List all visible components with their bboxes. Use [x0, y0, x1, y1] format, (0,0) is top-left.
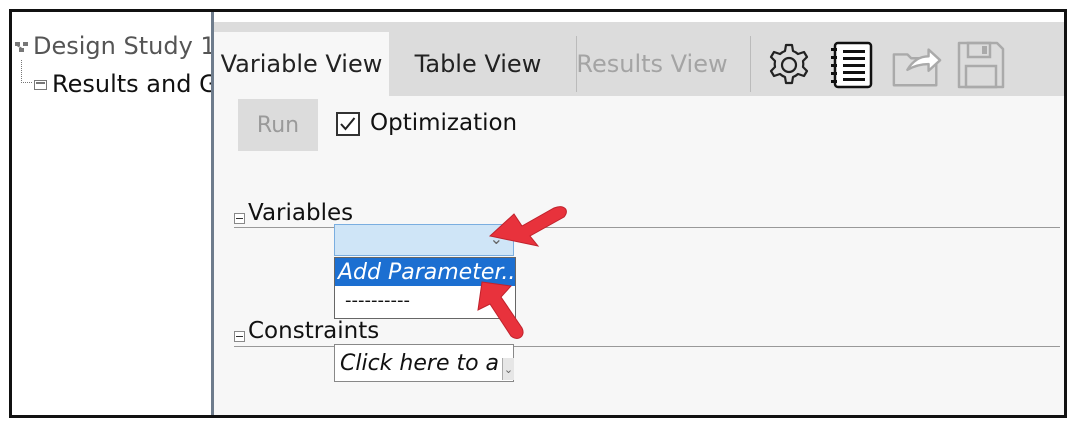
- chevron-down-icon[interactable]: ⌄: [490, 229, 503, 248]
- optimization-label: Optimization: [370, 110, 518, 136]
- tree-item-label: Design Study 1: [33, 32, 216, 60]
- gear-icon[interactable]: [762, 38, 816, 92]
- tree-item-label: Results and G: [52, 70, 218, 98]
- tab-table-view[interactable]: Table View: [390, 32, 566, 96]
- optimization-checkbox[interactable]: [336, 112, 360, 136]
- tree-item-results[interactable]: Results and G: [34, 70, 218, 98]
- variable-view-panel: Run Optimization Variables ⌄ Add Paramet…: [214, 96, 1064, 415]
- run-button[interactable]: Run: [238, 99, 318, 151]
- notebook-icon[interactable]: [826, 38, 880, 92]
- variables-section-header[interactable]: Variables: [234, 200, 353, 226]
- constraints-label: Constraints: [248, 318, 380, 344]
- top-strip: [214, 12, 1064, 18]
- variables-label: Variables: [248, 200, 354, 226]
- results-icon: [34, 79, 48, 93]
- tab-toolbar: Variable View Table View Results View: [214, 22, 1064, 96]
- save-disk-icon[interactable]: [954, 38, 1008, 92]
- constraints-section-header[interactable]: Constraints: [234, 318, 379, 344]
- constraints-input[interactable]: Click here to a: [334, 344, 514, 382]
- tab-results-view[interactable]: Results View: [566, 32, 738, 96]
- export-folder-icon[interactable]: [890, 38, 944, 92]
- collapse-icon[interactable]: [234, 213, 245, 224]
- tab-variable-view[interactable]: Variable View: [214, 32, 389, 96]
- tab-separator: [750, 36, 751, 92]
- design-tree-panel: Design Study 1 Results and G: [12, 12, 218, 415]
- dropdown-option-add-parameter[interactable]: Add Parameter...: [335, 258, 515, 286]
- tree-connector: [21, 60, 32, 83]
- checkmark-icon: [340, 117, 356, 131]
- dropdown-option-separator[interactable]: ----------: [335, 286, 515, 314]
- variables-dropdown-list: Add Parameter... ----------: [334, 257, 516, 319]
- collapse-icon[interactable]: [234, 331, 245, 342]
- app-window: Design Study 1 Results and G Variable Vi…: [9, 9, 1067, 418]
- variables-combo[interactable]: ⌄: [334, 224, 514, 256]
- chevron-down-icon[interactable]: ⌄: [502, 358, 514, 380]
- tree-item-design-study[interactable]: Design Study 1: [15, 32, 216, 60]
- design-study-icon: [15, 41, 29, 55]
